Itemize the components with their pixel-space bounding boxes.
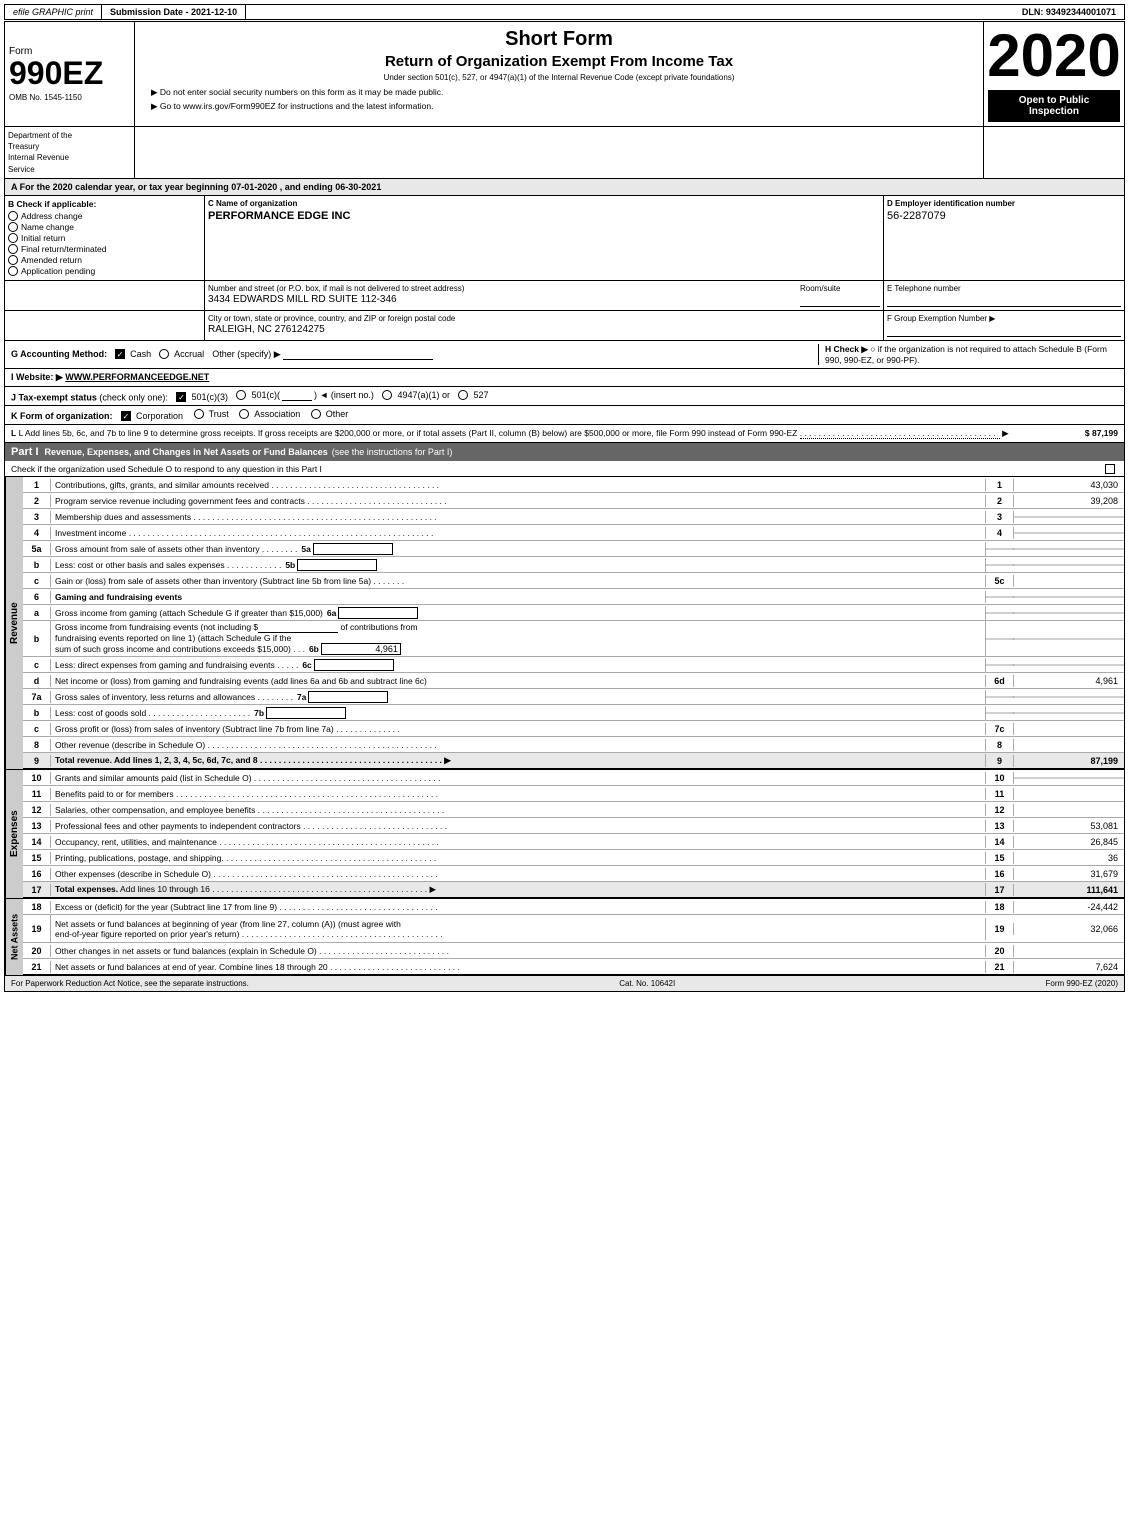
org-name-label: C Name of organization bbox=[208, 199, 880, 208]
table-row: 2 Program service revenue including gove… bbox=[23, 493, 1124, 509]
check-application-pending[interactable]: Application pending bbox=[8, 266, 201, 276]
table-row: 11 Benefits paid to or for members . . .… bbox=[23, 786, 1124, 802]
table-row: a Gross income from gaming (attach Sched… bbox=[23, 605, 1124, 621]
website-url[interactable]: WWW.PERFORMANCEEDGE.NET bbox=[65, 372, 209, 382]
tax-527[interactable]: 527 bbox=[458, 390, 488, 400]
ein-label: D Employer identification number bbox=[887, 199, 1121, 208]
tax-501c[interactable]: 501(c)( ) ◄ (insert no.) bbox=[236, 390, 373, 401]
check-name-change[interactable]: Name change bbox=[8, 222, 201, 232]
linel-text: L L Add lines 5b, 6c, and 7b to line 9 t… bbox=[11, 428, 1077, 439]
footer: For Paperwork Reduction Act Notice, see … bbox=[4, 976, 1125, 992]
group-value bbox=[887, 323, 1121, 337]
table-row: d Net income or (loss) from gaming and f… bbox=[23, 673, 1124, 689]
footer-form: Form 990-EZ (2020) bbox=[1046, 979, 1118, 988]
website-label: I Website: ▶ bbox=[11, 372, 63, 382]
dept-info: Department of the Treasury Internal Reve… bbox=[5, 127, 135, 178]
check-applicable-label: B Check if applicable: bbox=[8, 199, 201, 209]
table-row: 20 Other changes in net assets or fund b… bbox=[23, 943, 1124, 959]
table-row: 4 Investment income . . . . . . . . . . … bbox=[23, 525, 1124, 541]
return-title: Return of Organization Exempt From Incom… bbox=[141, 53, 977, 70]
footer-catno: Cat. No. 10642I bbox=[619, 979, 675, 988]
page: efile GRAPHIC print Submission Date - 20… bbox=[0, 0, 1129, 996]
table-row: c Gain or (loss) from sale of assets oth… bbox=[23, 573, 1124, 589]
acct-other: Other (specify) ▶ bbox=[212, 349, 432, 360]
room-suite-value bbox=[800, 293, 880, 307]
tax-exempt-note: (check only one): bbox=[99, 392, 168, 402]
check-address-change[interactable]: Address change bbox=[8, 211, 201, 221]
net-assets-label: Net Assets bbox=[5, 899, 23, 975]
table-row: 7a Gross sales of inventory, less return… bbox=[23, 689, 1124, 705]
tax-501c3[interactable]: 501(c)(3) bbox=[176, 392, 228, 402]
table-row: 9 Total revenue. Add lines 1, 2, 3, 4, 5… bbox=[23, 753, 1124, 769]
table-row: c Less: direct expenses from gaming and … bbox=[23, 657, 1124, 673]
short-form-title: Short Form bbox=[141, 28, 977, 51]
linel-value: $ 87,199 bbox=[1085, 428, 1118, 438]
phone-label: E Telephone number bbox=[887, 284, 1121, 293]
part1-instruction: (see the instructions for Part I) bbox=[332, 447, 453, 457]
footer-paperwork: For Paperwork Reduction Act Notice, see … bbox=[11, 979, 249, 988]
under-section: Under section 501(c), 527, or 4947(a)(1)… bbox=[141, 73, 977, 82]
group-label: F Group Exemption Number ▶ bbox=[887, 314, 1121, 323]
ein-value: 56-2287079 bbox=[887, 210, 1121, 222]
formk-label: K Form of organization: bbox=[11, 411, 113, 421]
year: 2020 bbox=[987, 26, 1120, 86]
acct-accrual[interactable]: Accrual bbox=[159, 349, 204, 359]
revenue-label: Revenue bbox=[5, 477, 23, 769]
acct-g-label: G Accounting Method: bbox=[11, 349, 107, 359]
schedule-o-text: Check if the organization used Schedule … bbox=[11, 464, 322, 474]
open-to-public: Open to Public Inspection bbox=[988, 90, 1120, 122]
table-row: b Less: cost of goods sold . . . . . . .… bbox=[23, 705, 1124, 721]
formk-assoc[interactable]: Association bbox=[239, 409, 300, 419]
dln-number: DLN: 93492344001071 bbox=[1014, 5, 1124, 19]
form-number: 990EZ bbox=[9, 57, 130, 89]
tax-4947[interactable]: 4947(a)(1) or bbox=[382, 390, 450, 400]
efile-label: efile GRAPHIC print bbox=[5, 5, 102, 19]
address-label: Number and street (or P.O. box, if mail … bbox=[208, 284, 796, 293]
table-row: 13 Professional fees and other payments … bbox=[23, 818, 1124, 834]
h-label: H Check ▶ bbox=[825, 344, 868, 354]
notice2: ▶ Go to www.irs.gov/Form990EZ for instru… bbox=[151, 101, 977, 112]
expenses-label: Expenses bbox=[5, 770, 23, 898]
table-row: 19 Net assets or fund balances at beginn… bbox=[23, 915, 1124, 943]
table-row: 8 Other revenue (describe in Schedule O)… bbox=[23, 737, 1124, 753]
part1-subtitle: Revenue, Expenses, and Changes in Net As… bbox=[45, 447, 328, 457]
table-row: 6 Gaming and fundraising events bbox=[23, 589, 1124, 605]
table-row: 14 Occupancy, rent, utilities, and maint… bbox=[23, 834, 1124, 850]
section-a: A For the 2020 calendar year, or tax yea… bbox=[4, 179, 1125, 196]
table-row: 12 Salaries, other compensation, and emp… bbox=[23, 802, 1124, 818]
address-value: 3434 EDWARDS MILL RD SUITE 112-346 bbox=[208, 294, 796, 305]
table-row: 1 Contributions, gifts, grants, and simi… bbox=[23, 477, 1124, 493]
check-final-return[interactable]: Final return/terminated bbox=[8, 244, 201, 254]
table-row: b Less: cost or other basis and sales ex… bbox=[23, 557, 1124, 573]
table-row: 10 Grants and similar amounts paid (list… bbox=[23, 770, 1124, 786]
formk-other[interactable]: Other bbox=[311, 409, 349, 419]
table-row: 16 Other expenses (describe in Schedule … bbox=[23, 866, 1124, 882]
table-row: 5a Gross amount from sale of assets othe… bbox=[23, 541, 1124, 557]
city-label: City or town, state or province, country… bbox=[208, 314, 880, 323]
table-row: c Gross profit or (loss) from sales of i… bbox=[23, 721, 1124, 737]
room-suite-label: Room/suite bbox=[800, 284, 880, 293]
formk-trust[interactable]: Trust bbox=[194, 409, 229, 419]
part1-label: Part I bbox=[11, 446, 39, 458]
table-row: 17 Total expenses. Add lines 10 through … bbox=[23, 882, 1124, 898]
notice1: ▶ Do not enter social security numbers o… bbox=[151, 87, 977, 98]
check-initial-return[interactable]: Initial return bbox=[8, 233, 201, 243]
formk-corp[interactable]: Corporation bbox=[121, 411, 183, 421]
check-amended-return[interactable]: Amended return bbox=[8, 255, 201, 265]
table-row: 3 Membership dues and assessments . . . … bbox=[23, 509, 1124, 525]
acct-cash[interactable]: Cash bbox=[115, 349, 151, 359]
table-row: 15 Printing, publications, postage, and … bbox=[23, 850, 1124, 866]
table-row: 18 Excess or (deficit) for the year (Sub… bbox=[23, 899, 1124, 915]
h-text: ○ if the organization is not required to… bbox=[825, 344, 1107, 365]
table-row: b Gross income from fundraising events (… bbox=[23, 621, 1124, 657]
tax-exempt-label: J Tax-exempt status bbox=[11, 392, 97, 402]
city-value: RALEIGH, NC 276124275 bbox=[208, 324, 880, 335]
table-row: 21 Net assets or fund balances at end of… bbox=[23, 959, 1124, 975]
omb-number: OMB No. 1545-1150 bbox=[9, 93, 130, 102]
schedule-o-checkbox[interactable] bbox=[1105, 463, 1118, 474]
org-name: PERFORMANCE EDGE INC bbox=[208, 210, 880, 222]
phone-value bbox=[887, 293, 1121, 307]
submission-date: Submission Date - 2021-12-10 bbox=[102, 5, 246, 19]
